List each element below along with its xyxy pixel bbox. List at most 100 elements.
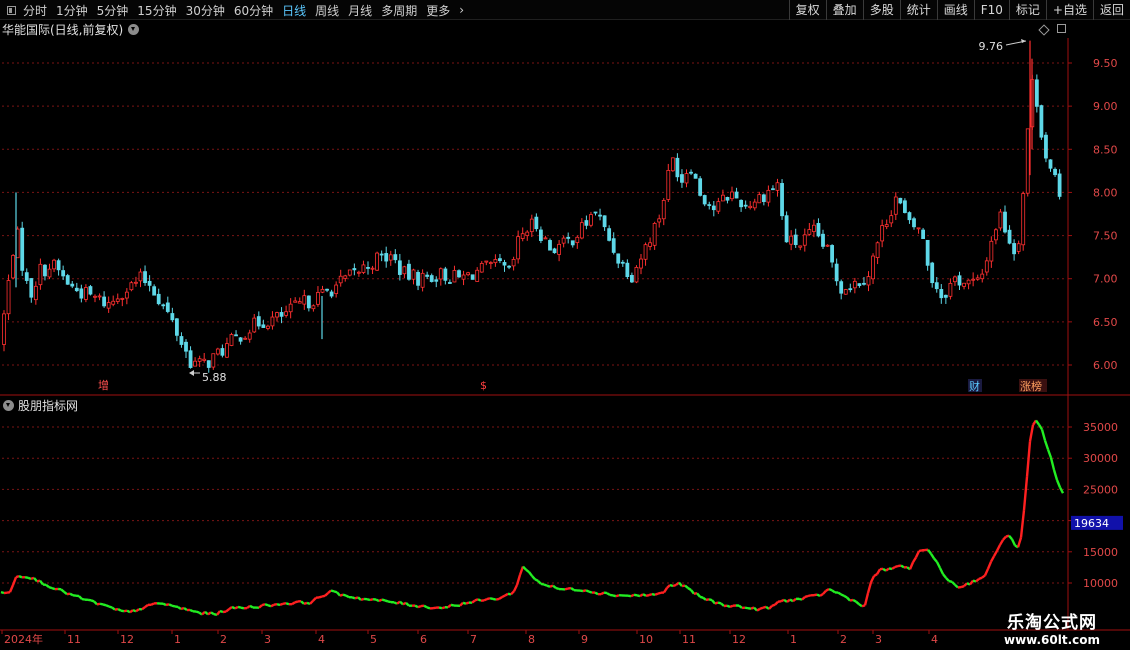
- candle-body: [816, 223, 821, 237]
- candle-body: [74, 287, 79, 292]
- candle-body: [397, 260, 402, 275]
- candles: [2, 74, 1062, 373]
- candle-body: [220, 348, 225, 356]
- candle-body: [507, 265, 511, 268]
- indicator-segment: [129, 609, 134, 614]
- tab-2[interactable]: 5分钟: [97, 2, 129, 19]
- time-axis-label: 10: [639, 633, 653, 646]
- panel-toggle-icon[interactable]: [7, 5, 16, 15]
- indicator-segment: [552, 584, 557, 589]
- dropdown-circle-icon[interactable]: [3, 400, 14, 411]
- candle-body: [1048, 159, 1053, 169]
- stock-chart[interactable]: 9.50 9.00 8.50 8.00 7.50 7.00 6.50 6.00 35000 300…: [0, 0, 1130, 650]
- indicator-segment: [189, 608, 194, 613]
- indicator-segment: [714, 601, 719, 605]
- toolbar-button-5[interactable]: F10: [973, 0, 1009, 20]
- candle-body: [416, 271, 420, 286]
- indicator-segment: [843, 594, 848, 599]
- candle-body: [20, 227, 25, 271]
- candle-body: [256, 316, 261, 327]
- tab-0[interactable]: 分时: [23, 2, 47, 19]
- indicator-segment: [1008, 534, 1013, 540]
- indicator-segment: [989, 555, 996, 563]
- indicator-segment: [666, 584, 671, 589]
- candle-body: [852, 280, 857, 289]
- toolbar-button-0[interactable]: 复权: [788, 0, 826, 20]
- indicator-segment: [600, 591, 605, 596]
- indicator-segment: [869, 575, 876, 583]
- tab-5[interactable]: 60分钟: [234, 2, 273, 19]
- indicator-segment: [132, 608, 137, 613]
- candle-body: [215, 348, 220, 355]
- candle-body: [793, 234, 798, 246]
- indicator-segment: [489, 597, 494, 601]
- toolbar-button-2[interactable]: 多股: [862, 0, 900, 20]
- candle-body: [611, 238, 616, 253]
- indicator-segment: [708, 598, 713, 602]
- candle-body: [11, 255, 16, 279]
- toolbar-button-6[interactable]: 标记: [1008, 0, 1046, 20]
- candle-body: [329, 291, 334, 297]
- indicator-segment: [231, 605, 236, 610]
- indicator-segment: [512, 584, 519, 592]
- indicator-segment: [399, 600, 404, 606]
- candle-body: [1039, 105, 1044, 138]
- indicator-segment: [981, 574, 986, 579]
- indicator-segment: [885, 567, 890, 572]
- candle-body: [275, 312, 279, 318]
- candle-body: [488, 262, 493, 264]
- indicator-title-text: 股朋指标网: [18, 399, 79, 413]
- indicator-segment: [60, 588, 65, 593]
- indicator-segment: [840, 593, 845, 597]
- indicator-segment: [195, 610, 200, 614]
- indicator-segment: [264, 603, 269, 607]
- diamond-icon[interactable]: [1038, 24, 1050, 36]
- candle-body: [607, 228, 612, 241]
- candle-body: [247, 332, 252, 340]
- candle-body: [525, 231, 530, 237]
- tab-1[interactable]: 1分钟: [56, 2, 88, 19]
- tab-7[interactable]: 周线: [315, 2, 339, 19]
- tab-9[interactable]: 多周期: [381, 2, 417, 19]
- toolbar-button-1[interactable]: 叠加: [825, 0, 863, 20]
- chevron-right-icon[interactable]: ›: [459, 3, 464, 17]
- toolbar-button-7[interactable]: +自选: [1045, 0, 1093, 20]
- high-arrow: [1005, 40, 1027, 46]
- tab-8[interactable]: 月线: [348, 2, 372, 19]
- indicator-segment: [432, 606, 437, 610]
- candle-body: [548, 240, 552, 251]
- indicator-segment: [201, 610, 206, 616]
- tab-4[interactable]: 30分钟: [186, 2, 225, 19]
- indicator-segment: [387, 600, 392, 604]
- tab-10[interactable]: 更多: [426, 2, 450, 19]
- tab-3[interactable]: 15分钟: [137, 2, 176, 19]
- dropdown-circle-icon[interactable]: [128, 24, 140, 35]
- indicator-segment: [357, 596, 362, 601]
- candle-body: [889, 215, 894, 224]
- indicator-segment: [831, 589, 836, 594]
- candle-body: [33, 285, 38, 301]
- toolbar-button-3[interactable]: 统计: [899, 0, 937, 20]
- indicator-segment: [102, 603, 107, 607]
- toolbar-right-buttons: 复权 叠加 多股 统计 画线 F10 标记 +自选 返回: [788, 0, 1130, 20]
- candle-body: [165, 302, 170, 312]
- toolbar-button-4[interactable]: 画线: [936, 0, 974, 20]
- candle-body: [598, 214, 602, 217]
- candle-body: [193, 360, 198, 367]
- candle-body: [470, 274, 475, 280]
- indicator-segment: [966, 582, 971, 586]
- candle-body: [921, 229, 925, 239]
- tab-6[interactable]: 日线: [282, 2, 306, 19]
- panel-box-icon[interactable]: [1057, 24, 1066, 33]
- indicator-segment: [249, 604, 254, 609]
- toolbar-button-8[interactable]: 返回: [1092, 0, 1130, 20]
- candle-body: [47, 268, 52, 278]
- indicator-segment: [540, 582, 545, 586]
- candle-body: [147, 280, 152, 286]
- indicator-segment: [1043, 440, 1050, 450]
- indicator-segment: [648, 592, 653, 597]
- indicator-segment: [642, 593, 647, 597]
- candle-body: [620, 261, 625, 264]
- indicator-segment: [378, 598, 383, 603]
- candle-body: [912, 218, 916, 228]
